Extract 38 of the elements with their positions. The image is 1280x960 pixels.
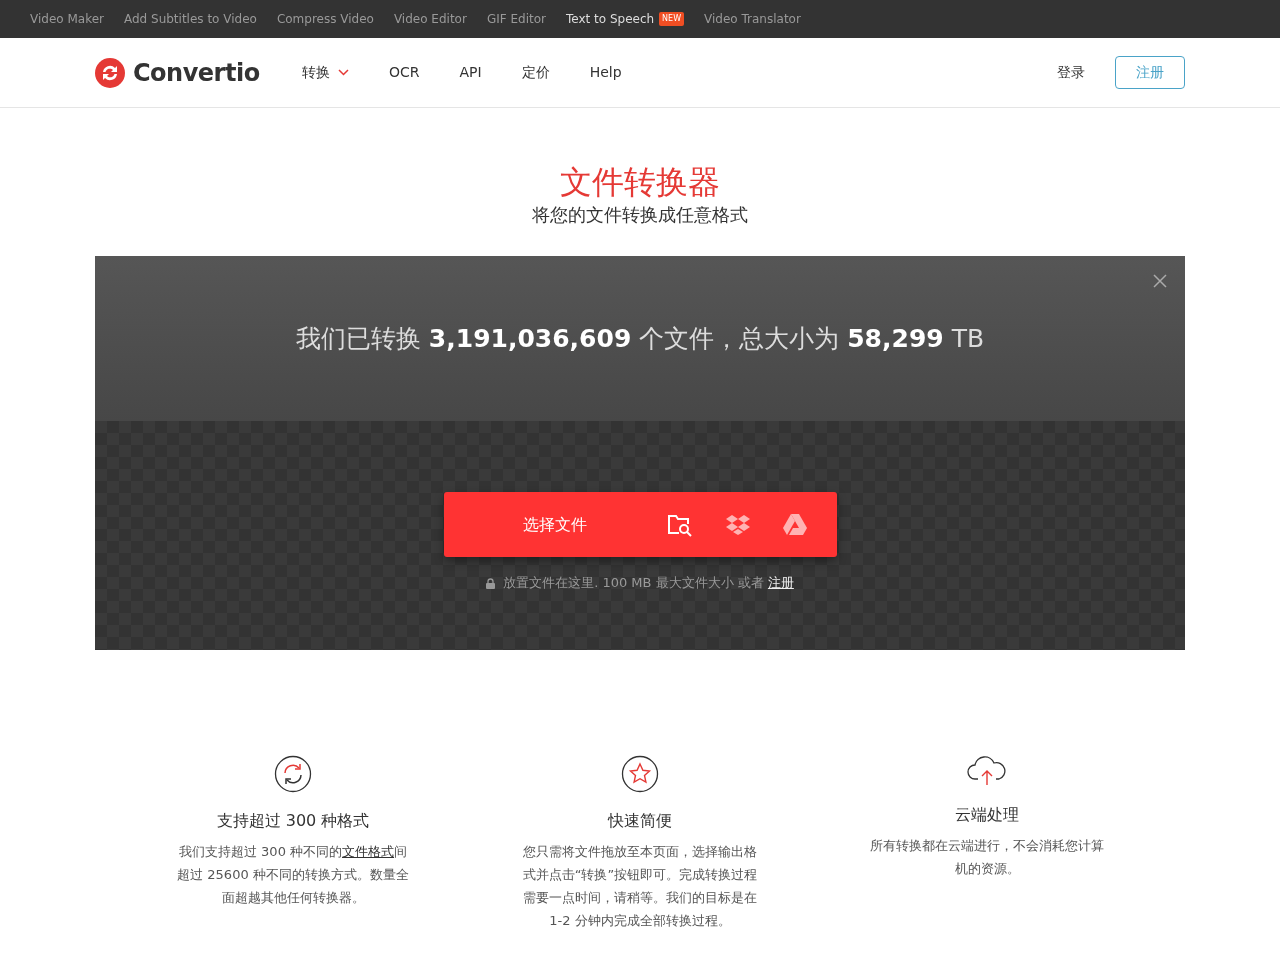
top-nav-link[interactable]: Video Editor bbox=[393, 10, 467, 28]
nav-menu-item[interactable]: 定价 bbox=[521, 62, 550, 83]
cloud-upload-icon bbox=[966, 755, 1008, 788]
nav-menu-item[interactable]: 转换 bbox=[302, 62, 349, 83]
nav-menu-item[interactable]: Help bbox=[589, 62, 622, 83]
lock-icon bbox=[486, 577, 496, 589]
refresh-icon bbox=[274, 755, 312, 794]
chevron-down-icon bbox=[338, 69, 349, 76]
upload-hint: 放置文件在这里. 100 MB 最大文件大小 或者 注册 bbox=[503, 574, 794, 593]
logo-text[interactable]: Convertio bbox=[133, 54, 260, 91]
top-nav-link[interactable]: Video Translator bbox=[704, 10, 801, 28]
nav-menu-item[interactable]: OCR bbox=[389, 62, 420, 83]
nav-menu-item[interactable]: API bbox=[459, 62, 482, 83]
feature-description: 我们支持超过 300 种不同的文件格式间超过 25600 种不同的转换方式。数量全面超越其他任何转换器。 bbox=[176, 843, 410, 907]
drive-icon[interactable] bbox=[782, 514, 807, 536]
new-badge: NEW bbox=[659, 12, 685, 26]
top-nav-link[interactable]: Add Subtitles to Video bbox=[124, 10, 257, 28]
page-subtitle: 将您的文件转换成任意格式 bbox=[531, 203, 749, 228]
choose-files-button[interactable]: 选择文件 bbox=[443, 492, 667, 558]
stats-text: 我们已转换 3,191,036,609 个文件，总大小为 58,299 TB bbox=[295, 323, 985, 356]
top-nav-link[interactable]: Video Maker bbox=[30, 10, 104, 28]
page-title: 文件转换器 bbox=[559, 163, 721, 202]
signup-link[interactable]: 注册 bbox=[767, 575, 794, 591]
top-nav-link[interactable]: Text to Speech bbox=[565, 10, 655, 28]
top-nav-link[interactable]: Compress Video bbox=[276, 10, 374, 28]
feature-description: 您只需将文件拖放至本页面，选择输出格式并点击“转换”按钮即可。完成转换过程需要一点时间，请稍等。我们的目标是在 1-2 分钟内完成全部转换过程。 bbox=[522, 843, 758, 930]
feature-title: 云端处理 bbox=[955, 804, 1019, 827]
feature-description: 所有转换都在云端进行，不会消耗您计算机的资源。 bbox=[869, 837, 1105, 879]
drop-zone[interactable]: 选择文件 放置文件在这里. 100 MB 最大文件大小 或者 注册 bbox=[95, 421, 1185, 651]
close-icon[interactable] bbox=[1153, 274, 1167, 289]
format-link[interactable]: 文件格式 bbox=[342, 844, 395, 860]
feature-title: 支持超过 300 种格式 bbox=[216, 810, 370, 833]
dropbox-icon[interactable] bbox=[724, 513, 751, 536]
top-nav-link[interactable]: GIF Editor bbox=[486, 10, 546, 28]
folder-search-icon[interactable] bbox=[666, 512, 693, 537]
login-link[interactable]: 登录 bbox=[1057, 62, 1085, 83]
logo-icon bbox=[95, 57, 125, 88]
feature-title: 快速简便 bbox=[608, 810, 672, 833]
